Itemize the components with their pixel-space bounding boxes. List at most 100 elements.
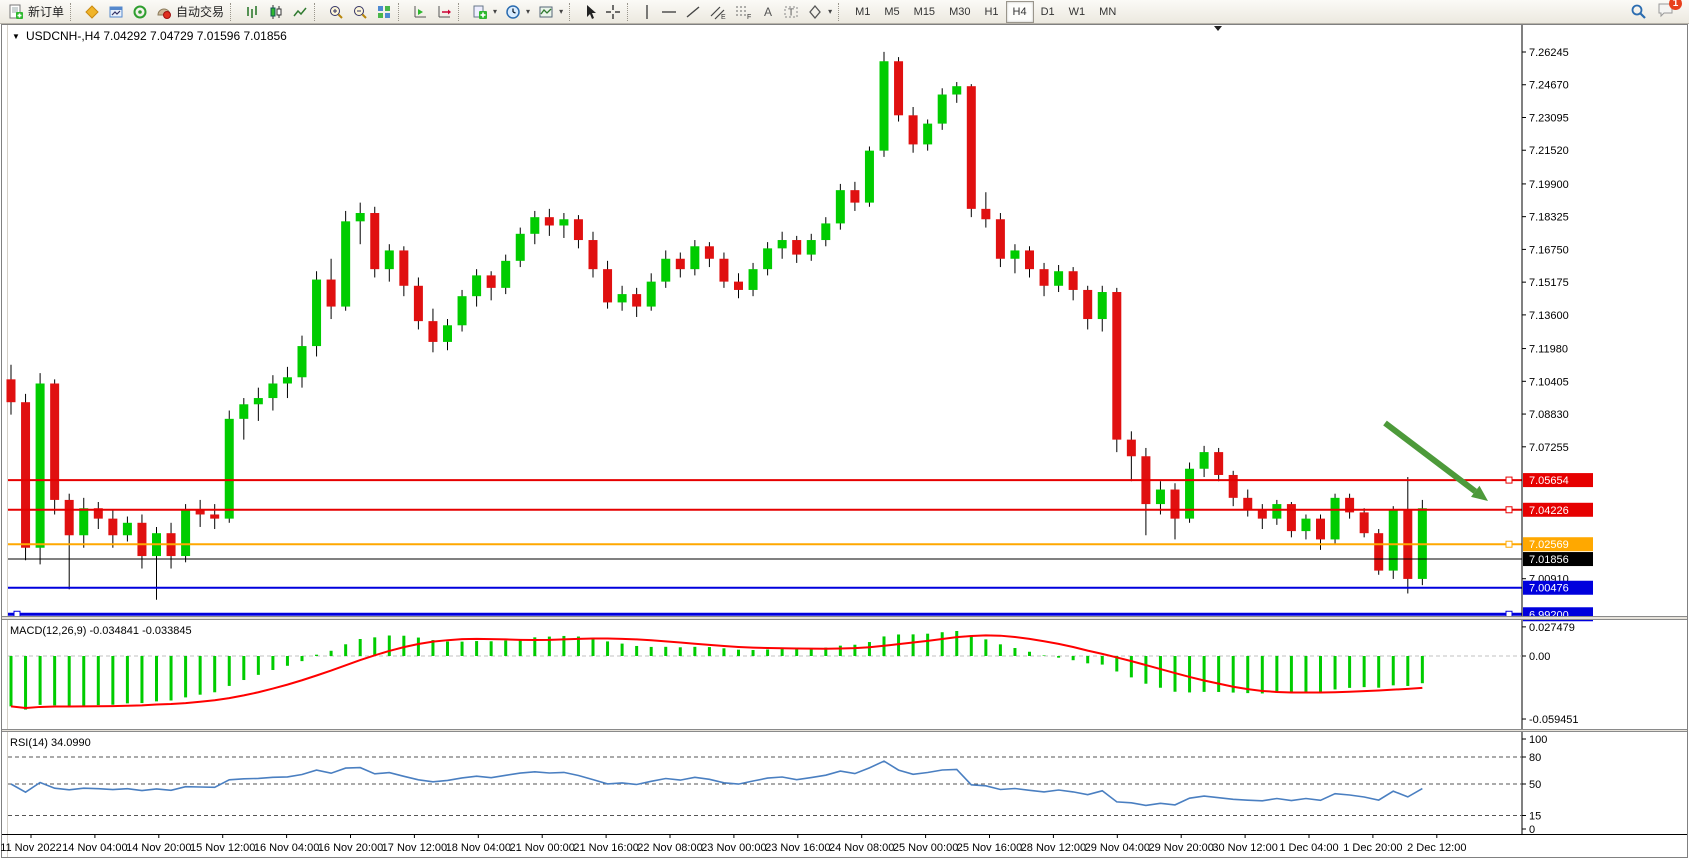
toolbar-separator <box>569 3 577 21</box>
line-handle[interactable] <box>1506 477 1512 483</box>
line-handle[interactable] <box>1506 507 1512 513</box>
time-label: 14 Nov 20:00 <box>126 842 191 854</box>
shapes-icon <box>807 4 823 20</box>
candlestick-mode-button[interactable] <box>264 1 288 23</box>
timeframe-m30-button[interactable]: M30 <box>942 1 977 23</box>
svg-text:7.01856: 7.01856 <box>1529 554 1569 566</box>
vertical-line-tool-button[interactable] <box>637 1 657 23</box>
new-order-button[interactable]: 新订单 <box>4 1 68 23</box>
line-chart-mode-button[interactable] <box>288 1 312 23</box>
toolbar-separator <box>398 3 406 21</box>
svg-text:50: 50 <box>1529 779 1541 791</box>
timeframe-h1-button[interactable]: H1 <box>977 1 1005 23</box>
timeframe-m5-button[interactable]: M5 <box>877 1 906 23</box>
tile-windows-button[interactable] <box>372 1 396 23</box>
time-label: 24 Nov 08:00 <box>829 842 894 854</box>
toolbar-separator <box>314 3 322 21</box>
toolbar-separator <box>627 3 635 21</box>
arrows-tool-button[interactable]: ▾ <box>803 1 836 23</box>
text-label-tool-button[interactable]: T <box>779 1 803 23</box>
signals-icon <box>132 4 148 20</box>
time-label: 29 Nov 20:00 <box>1148 842 1213 854</box>
autotrading-button[interactable]: 自动交易 <box>152 1 228 23</box>
crosshair-icon <box>605 4 621 20</box>
time-label: 25 Nov 00:00 <box>893 842 958 854</box>
equidistant-channel-icon: E <box>709 4 727 20</box>
zoom-out-button[interactable] <box>348 1 372 23</box>
search-icon[interactable] <box>1630 3 1647 20</box>
cursor-tool-button[interactable] <box>579 1 601 23</box>
timeframe-d1-button[interactable]: D1 <box>1034 1 1062 23</box>
auto-scroll-button[interactable] <box>432 1 456 23</box>
time-label: 28 Nov 12:00 <box>1021 842 1086 854</box>
svg-text:7.08830: 7.08830 <box>1529 409 1569 421</box>
market-watch-button[interactable] <box>104 1 128 23</box>
templates-button[interactable]: ▾ <box>534 1 567 23</box>
new-chart-button[interactable]: ▾ <box>468 1 501 23</box>
chart-canvas[interactable]: ▼USDCNH-,H4 7.04292 7.04729 7.01596 7.01… <box>0 0 1689 859</box>
trendline-icon <box>685 4 701 20</box>
notifications-button[interactable]: 1 <box>1657 2 1675 21</box>
horizontal-line-tool-button[interactable] <box>657 1 681 23</box>
text-icon: A <box>761 4 775 20</box>
periods-button[interactable]: ▾ <box>501 1 534 23</box>
time-label: 16 Nov 04:00 <box>254 842 319 854</box>
svg-text:15: 15 <box>1529 811 1541 823</box>
chevron-down-icon: ▾ <box>526 7 530 16</box>
main-toolbar: 新订单 自动交易 ▾ ▾ <box>0 0 1689 24</box>
time-label: 22 Nov 08:00 <box>637 842 702 854</box>
time-label: 2 Dec 12:00 <box>1407 842 1466 854</box>
time-label: 29 Nov 04:00 <box>1085 842 1150 854</box>
market-watch-icon <box>108 4 124 20</box>
toolbar-separator <box>838 3 846 21</box>
toolbar-separator <box>230 3 238 21</box>
zoom-in-button[interactable] <box>324 1 348 23</box>
chevron-down-icon: ▾ <box>828 7 832 16</box>
svg-text:E: E <box>721 14 726 20</box>
templates-icon <box>538 4 554 20</box>
svg-text:7.18325: 7.18325 <box>1529 212 1569 224</box>
autotrading-label: 自动交易 <box>176 3 224 20</box>
svg-text:7.10405: 7.10405 <box>1529 376 1569 388</box>
time-label: 1 Dec 20:00 <box>1343 842 1402 854</box>
text-tool-button[interactable]: A <box>757 1 779 23</box>
timeframe-m1-button[interactable]: M1 <box>848 1 877 23</box>
svg-text:7.23095: 7.23095 <box>1529 112 1569 124</box>
timeframe-h4-button[interactable]: H4 <box>1006 1 1034 23</box>
chart-shift-button[interactable] <box>408 1 432 23</box>
svg-text:7.13600: 7.13600 <box>1529 310 1569 322</box>
svg-text:100: 100 <box>1529 734 1547 746</box>
timeframe-w1-button[interactable]: W1 <box>1062 1 1093 23</box>
chart-shift-icon <box>412 4 428 20</box>
line-chart-icon <box>292 4 308 20</box>
time-label: 16 Nov 20:00 <box>318 842 383 854</box>
channel-tool-button[interactable]: E <box>705 1 731 23</box>
time-label: 1 Dec 04:00 <box>1279 842 1338 854</box>
tile-windows-icon <box>376 4 392 20</box>
autotrading-icon <box>156 4 172 20</box>
svg-text:80: 80 <box>1529 752 1541 764</box>
timeframe-mn-button[interactable]: MN <box>1092 1 1123 23</box>
new-order-icon <box>8 4 24 20</box>
line-handle[interactable] <box>1506 541 1512 547</box>
bar-chart-mode-button[interactable] <box>240 1 264 23</box>
time-label: 14 Nov 04:00 <box>62 842 127 854</box>
svg-text:7.05654: 7.05654 <box>1529 475 1569 487</box>
crosshair-tool-button[interactable] <box>601 1 625 23</box>
svg-text:0.027479: 0.027479 <box>1529 622 1575 634</box>
signals-button[interactable] <box>128 1 152 23</box>
notification-badge: 1 <box>1669 0 1682 10</box>
time-label: 17 Nov 12:00 <box>382 842 447 854</box>
timeframe-m15-button[interactable]: M15 <box>907 1 942 23</box>
svg-text:T: T <box>788 7 794 18</box>
vertical-line-icon <box>641 4 653 20</box>
fibonacci-tool-button[interactable]: F <box>731 1 757 23</box>
text-label-icon: T <box>783 4 799 20</box>
new-chart-icon <box>472 4 488 20</box>
svg-text:▼: ▼ <box>12 32 20 41</box>
chevron-down-icon: ▾ <box>493 7 497 16</box>
profiles-button[interactable] <box>80 1 104 23</box>
chart-title: ▼USDCNH-,H4 7.04292 7.04729 7.01596 7.01… <box>12 29 287 43</box>
trendline-tool-button[interactable] <box>681 1 705 23</box>
cursor-icon <box>583 4 597 20</box>
